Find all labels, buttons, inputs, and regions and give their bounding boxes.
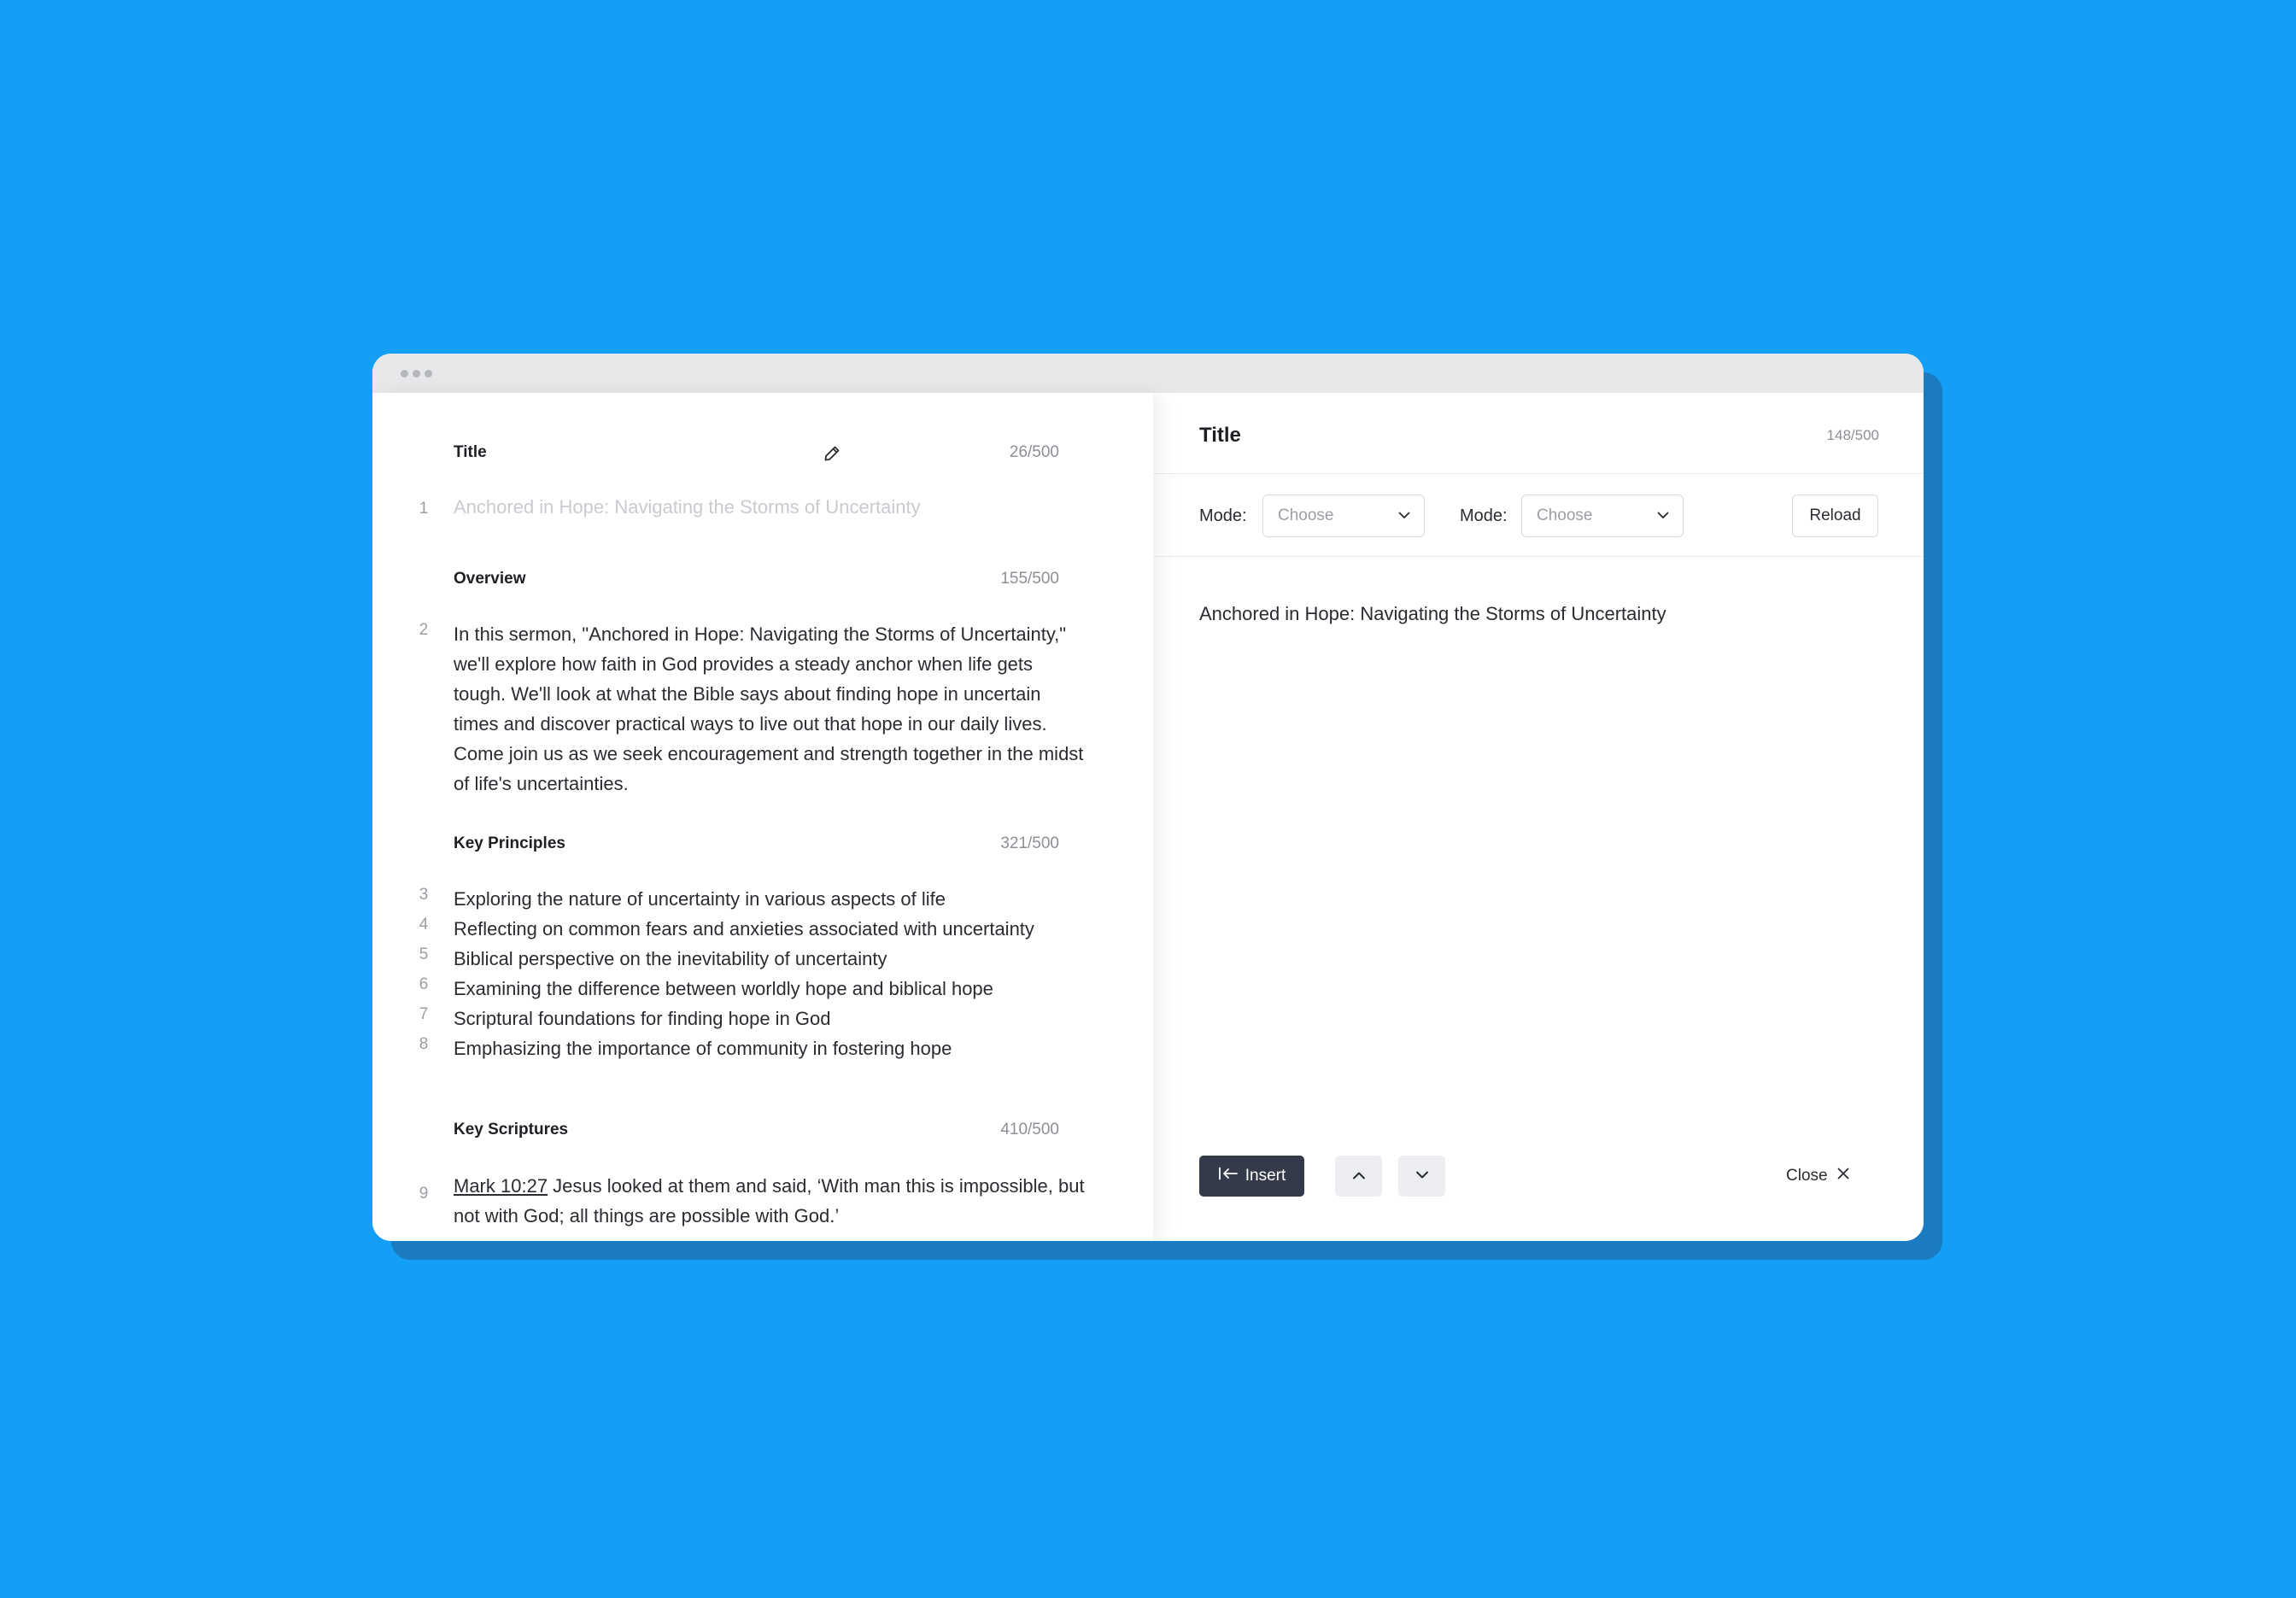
reload-button[interactable]: Reload <box>1792 495 1878 537</box>
move-down-button[interactable] <box>1398 1156 1445 1197</box>
close-label: Close <box>1786 1167 1828 1185</box>
mode-label: Mode: <box>1199 506 1247 525</box>
key-scriptures-section-header: Key Scriptures 410/500 <box>454 1117 1059 1143</box>
line-number: 5 <box>419 945 429 963</box>
mode-select[interactable]: Choose <box>1262 495 1425 537</box>
paragraph-line: Come join us as we seek encouragement an… <box>454 743 1084 764</box>
principle-line[interactable]: Reflecting on common fears and anxieties… <box>454 914 1111 944</box>
key-principles-section-header: Key Principles 321/500 <box>454 831 1059 857</box>
character-count: 148/500 <box>1826 427 1879 443</box>
panel-toolbar: Mode: Choose Mode: Choose Reload <box>1153 474 1924 557</box>
scripture-line: not with God; all things are possible wi… <box>454 1205 840 1226</box>
line-number: 8 <box>419 1035 429 1053</box>
overview-section-header: Overview 155/500 <box>454 566 1059 592</box>
character-count: 321/500 <box>1000 834 1059 852</box>
principle-line[interactable]: Examining the difference between worldly… <box>454 974 1111 1004</box>
character-count: 155/500 <box>1000 570 1059 588</box>
mode-label: Mode: <box>1460 506 1508 525</box>
overview-paragraph[interactable]: In this sermon, "Anchored in Hope: Navig… <box>454 619 1111 799</box>
app-window: Title 26/500 1 Anchored in Hope: Navigat… <box>372 354 1924 1241</box>
line-number: 1 <box>419 500 429 518</box>
scripture-line: Mark 10:27 Jesus looked at them and said… <box>454 1171 1111 1201</box>
title-section-header: Title 26/500 <box>454 440 1059 465</box>
insert-button[interactable]: Insert <box>1199 1156 1304 1197</box>
section-title: Key Principles <box>454 834 565 852</box>
scripture-paragraph[interactable]: Mark 10:27 Jesus looked at them and said… <box>454 1171 1111 1231</box>
line-number: 2 <box>419 621 429 639</box>
section-title: Key Scriptures <box>454 1121 569 1139</box>
scripture-reference-link[interactable]: Mark 10:27 <box>454 1175 548 1197</box>
section-title: Title <box>454 443 487 461</box>
chevron-up-icon <box>1352 1168 1366 1184</box>
paragraph-line: In this sermon, "Anchored in Hope: Navig… <box>454 623 1067 645</box>
line-number: 9 <box>419 1185 429 1203</box>
scripture-text: Jesus looked at them and said, ‘With man… <box>548 1175 1085 1197</box>
chevron-down-icon <box>1415 1168 1429 1184</box>
window-dot-icon <box>425 370 432 378</box>
panel-title: Title <box>1199 424 1241 447</box>
line-number: 7 <box>419 1005 429 1023</box>
principle-line[interactable]: Emphasizing the importance of community … <box>454 1033 1111 1063</box>
panel-content: Anchored in Hope: Navigating the Storms … <box>1199 603 1666 624</box>
section-title: Overview <box>454 570 526 588</box>
window-controls[interactable] <box>401 370 432 378</box>
editor-pane: Title 26/500 1 Anchored in Hope: Navigat… <box>372 393 1153 1241</box>
principle-line[interactable]: Biblical perspective on the inevitabilit… <box>454 944 1111 974</box>
close-button[interactable]: Close <box>1786 1162 1850 1191</box>
principle-line[interactable]: Scriptural foundations for finding hope … <box>454 1004 1111 1033</box>
close-icon <box>1836 1167 1850 1185</box>
paragraph-line: tough. We'll look at what the Bible says… <box>454 683 1041 705</box>
pencil-icon[interactable] <box>823 444 841 467</box>
line-number: 4 <box>419 916 429 934</box>
paragraph-line: of life's uncertainties. <box>454 773 629 794</box>
title-line[interactable]: Anchored in Hope: Navigating the Storms … <box>454 492 1111 522</box>
window-dot-icon <box>413 370 420 378</box>
insert-label: Insert <box>1245 1167 1286 1185</box>
line-number: 6 <box>419 975 429 993</box>
mode-select[interactable]: Choose <box>1521 495 1684 537</box>
move-up-button[interactable] <box>1335 1156 1382 1197</box>
mode-select-value: Choose <box>1537 506 1593 524</box>
mode-select-value: Choose <box>1278 506 1334 524</box>
panel-header: Title 148/500 <box>1153 393 1924 474</box>
paragraph-line: times and discover practical ways to liv… <box>454 713 1047 735</box>
insert-arrow-icon <box>1218 1167 1239 1185</box>
line-number: 3 <box>419 886 429 904</box>
side-panel: Title 148/500 Mode: Choose Mode: Choose … <box>1153 393 1924 1241</box>
window-dot-icon <box>401 370 408 378</box>
window-titlebar <box>372 354 1924 393</box>
chevron-down-icon <box>1398 508 1410 524</box>
principle-line[interactable]: Exploring the nature of uncertainty in v… <box>454 884 1111 914</box>
character-count: 410/500 <box>1000 1121 1059 1139</box>
paragraph-line: we'll explore how faith in God provides … <box>454 653 1034 675</box>
chevron-down-icon <box>1657 508 1669 524</box>
character-count: 26/500 <box>1009 443 1059 461</box>
